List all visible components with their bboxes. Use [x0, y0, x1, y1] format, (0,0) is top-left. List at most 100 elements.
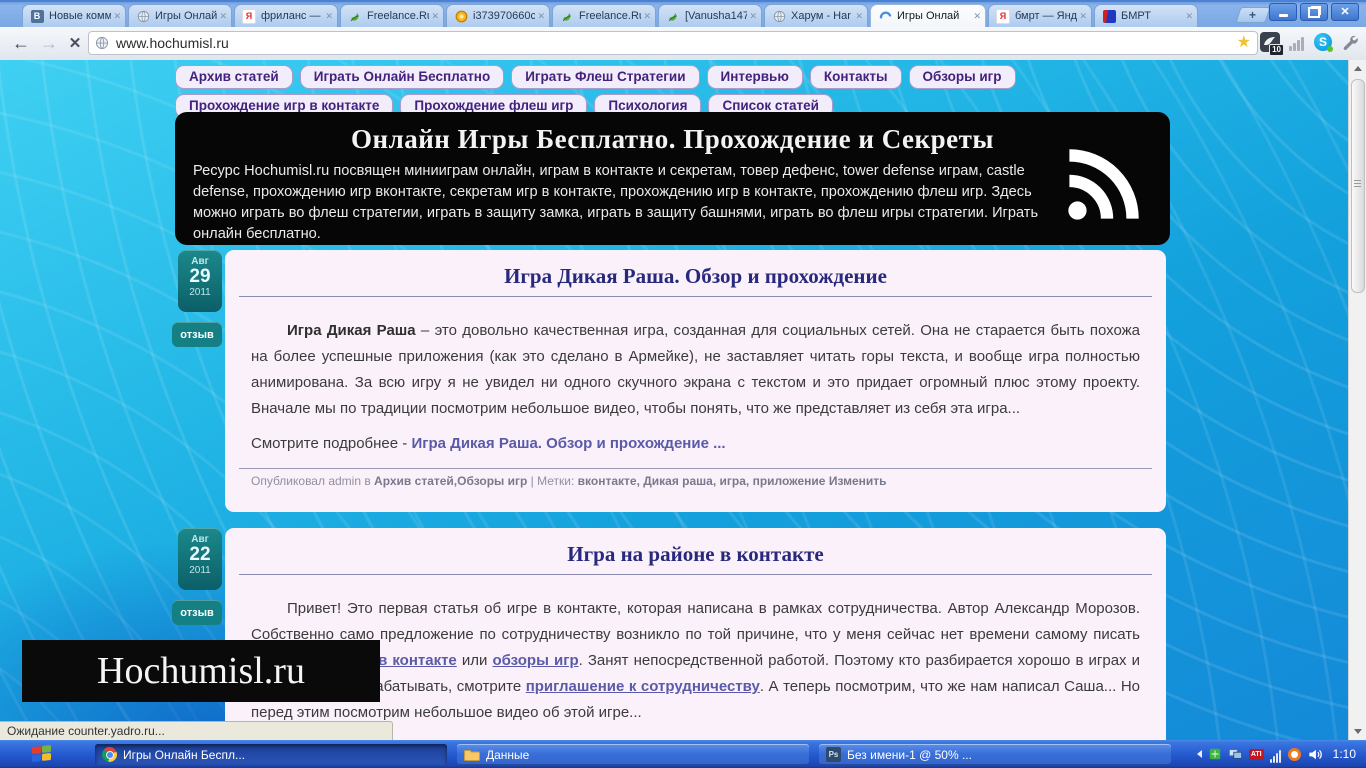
globe-icon: [95, 36, 109, 50]
inline-link[interactable]: обзоры игр: [492, 652, 578, 669]
browser-tab[interactable]: Freelance.Ru ✕: [552, 4, 656, 27]
browser-tabs: В Новые комм ✕ Игры Онлай ✕ Яфриланс — ✕ Freela…: [22, 4, 1200, 27]
browser-tab[interactable]: i373970660c ✕: [446, 4, 550, 27]
folder-icon: [464, 750, 480, 761]
nav-button[interactable]: Играть Онлайн Бесплатно: [299, 65, 505, 89]
post-title[interactable]: Игра на районе в контакте: [251, 542, 1140, 567]
back-button[interactable]: ←: [8, 30, 34, 56]
date-day: 29: [189, 266, 211, 287]
tab-title: i373970660c: [473, 10, 536, 22]
signal-bars-icon[interactable]: [1289, 33, 1305, 51]
post-meta: Опубликовал admin в Архив статей,Обзоры …: [251, 474, 887, 488]
post-body: Игра Дикая Раша – это довольно качествен…: [251, 322, 1140, 417]
close-button[interactable]: ✕: [1331, 3, 1359, 21]
read-more-line: Смотрите подробнее - Игра Дикая Раша. Об…: [251, 435, 726, 452]
tab-close-icon[interactable]: ✕: [973, 11, 981, 21]
tab-title: Новые комм: [49, 10, 112, 22]
volume-icon[interactable]: [1307, 747, 1323, 762]
tab-close-icon[interactable]: ✕: [749, 11, 757, 21]
tab-close-icon[interactable]: ✕: [1185, 11, 1193, 21]
network-signal-icon[interactable]: [1269, 745, 1282, 763]
taskbar-button[interactable]: Игры Онлайн Беспл...: [95, 744, 447, 765]
meta-link[interactable]: Изменить: [825, 474, 887, 488]
taskbar-button[interactable]: Данные: [457, 744, 809, 765]
browser-tab[interactable]: БМРТ ✕: [1094, 4, 1198, 27]
tab-close-icon[interactable]: ✕: [325, 11, 333, 21]
browser-tab[interactable]: Яфриланс — ✕: [234, 4, 338, 27]
tab-title: Freelance.Ru: [579, 10, 642, 22]
meta-link[interactable]: Архив статей,Обзоры игр: [374, 474, 527, 488]
date-year: 2011: [189, 565, 211, 576]
tab-close-icon[interactable]: ✕: [113, 11, 121, 21]
minimize-button[interactable]: [1269, 3, 1297, 21]
window-controls: ✕: [1269, 3, 1359, 21]
scrollbar-thumb[interactable]: [1351, 79, 1365, 293]
title-divider: [239, 296, 1152, 297]
browser-tab[interactable]: В Новые комм ✕: [22, 4, 126, 27]
tab-title: [Vanusha147: [685, 10, 748, 22]
browser-status-bubble: Ожидание counter.yadro.ru...: [0, 721, 393, 740]
tab-close-icon[interactable]: ✕: [537, 11, 545, 21]
yandex-icon: Я: [996, 8, 1010, 24]
browser-tab[interactable]: Харум - Har ✕: [764, 4, 868, 27]
minimize-icon: [1278, 13, 1288, 17]
bmrt-icon: [1102, 9, 1116, 23]
yandex-icon: Я: [242, 8, 256, 24]
nav-button[interactable]: Архив статей: [175, 65, 293, 89]
close-icon: ✕: [1340, 5, 1350, 18]
read-more-link[interactable]: Игра Дикая Раша. Обзор и прохождение ...: [411, 435, 725, 452]
skype-icon[interactable]: S: [1314, 33, 1333, 52]
vertical-scrollbar[interactable]: [1348, 60, 1366, 740]
stop-button[interactable]: ✕: [62, 30, 88, 56]
tab-close-icon[interactable]: ✕: [431, 11, 439, 21]
page-viewport: Архив статей Играть Онлайн Бесплатно Играт…: [0, 60, 1366, 740]
scroll-up-button[interactable]: [1349, 60, 1366, 77]
browser-tab[interactable]: Ябмрт — Янд ✕: [988, 4, 1092, 27]
address-bar[interactable]: www.hochumisl.ru ★: [88, 31, 1258, 55]
post-title[interactable]: Игра Дикая Раша. Обзор и прохождение: [251, 264, 1140, 289]
wrench-icon[interactable]: [1341, 34, 1358, 51]
bookmark-star-icon[interactable]: ★: [1237, 35, 1251, 51]
browser-tab-active[interactable]: Игры Онлай ✕: [870, 4, 986, 27]
tab-close-icon[interactable]: ✕: [1079, 11, 1087, 21]
rss-icon[interactable]: [1060, 142, 1146, 228]
arrow-down-icon: [1353, 729, 1362, 734]
post-body: Привет! Это первая статья об игре в конт…: [251, 600, 1140, 721]
nav-button[interactable]: Контакты: [809, 65, 902, 89]
nav-button[interactable]: Играть Флеш Стратегии: [511, 65, 700, 89]
browser-tab[interactable]: [Vanusha147 ✕: [658, 4, 762, 27]
bold-text: Игра Дикая Раша: [287, 322, 416, 339]
comments-badge[interactable]: отзыв: [172, 322, 222, 347]
tab-close-icon[interactable]: ✕: [855, 11, 863, 21]
restore-icon: [1308, 6, 1320, 18]
post-date-badge: Авг 29 2011: [178, 250, 222, 312]
freelance-icon: [348, 9, 362, 23]
tab-close-icon[interactable]: ✕: [219, 11, 227, 21]
watermark-text: Hochumisl.ru: [97, 650, 305, 692]
comments-badge[interactable]: отзыв: [172, 600, 222, 625]
meta-link[interactable]: вконтакте, Дикая раша, игра, приложение: [578, 474, 826, 488]
nav-button[interactable]: Обзоры игр: [908, 65, 1016, 89]
tab-close-icon[interactable]: ✕: [643, 11, 651, 21]
taskbar: Игры Онлайн Беспл... Данные Ps Без имени-1 …: [0, 740, 1366, 768]
browser-tab[interactable]: Freelance.Ru ✕: [340, 4, 444, 27]
restore-button[interactable]: [1300, 3, 1328, 21]
windows-start-icon[interactable]: [32, 745, 51, 763]
nav-button[interactable]: Интервью: [706, 65, 803, 89]
browser-tab[interactable]: Игры Онлай ✕: [128, 4, 232, 27]
title-divider: [239, 574, 1152, 575]
tab-title: Freelance.Ru: [367, 10, 430, 22]
forward-button[interactable]: →: [36, 30, 62, 56]
agent-icon[interactable]: [1208, 747, 1222, 761]
inline-link[interactable]: приглашение к сотрудничеству: [526, 678, 760, 695]
scroll-down-button[interactable]: [1349, 723, 1366, 740]
taskbar-button[interactable]: Ps Без имени-1 @ 50% ...: [819, 744, 1171, 765]
display-icon[interactable]: [1228, 747, 1243, 761]
extension-icon[interactable]: 10: [1260, 32, 1284, 56]
tray-collapse-icon[interactable]: [1196, 750, 1202, 758]
tab-title: бмрт — Янд: [1015, 10, 1078, 22]
ati-icon[interactable]: ATI: [1248, 748, 1264, 760]
new-tab-button[interactable]: +: [1235, 7, 1271, 23]
download-manager-icon[interactable]: [1287, 747, 1301, 761]
site-description: Ресурс Hochumisl.ru посвящен минииграм о…: [193, 163, 1039, 242]
